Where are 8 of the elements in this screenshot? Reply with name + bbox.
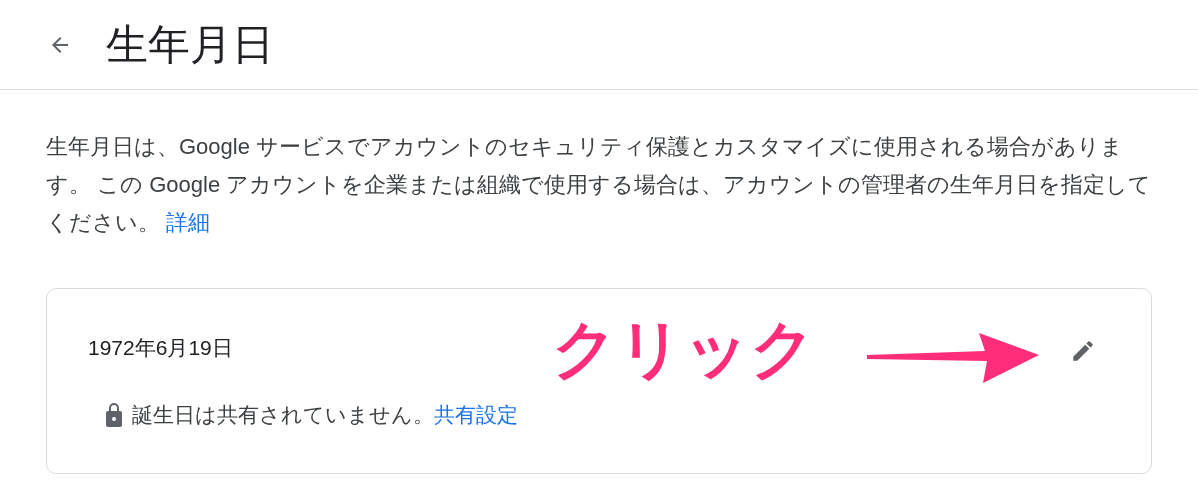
click-annotation: クリック (552, 317, 816, 381)
page-title: 生年月日 (106, 23, 274, 66)
sharing-settings-link[interactable]: 共有設定 (434, 399, 518, 431)
description-paragraph: 生年月日は、Google サービスでアカウントのセキュリティ保護とカスタマイズに使用される場合があります。 この Google アカウントを企業または組織で使用する場合は、アカウントの管理者の生年月日を指定してください。 詳細 (46, 133, 1152, 237)
edit-icon (1070, 338, 1096, 364)
details-link[interactable]: 詳細 (166, 210, 211, 235)
sharing-status: 誕生日は共有されていません。 (132, 402, 434, 428)
birthday-value: 1972年6月19日 (88, 335, 233, 361)
